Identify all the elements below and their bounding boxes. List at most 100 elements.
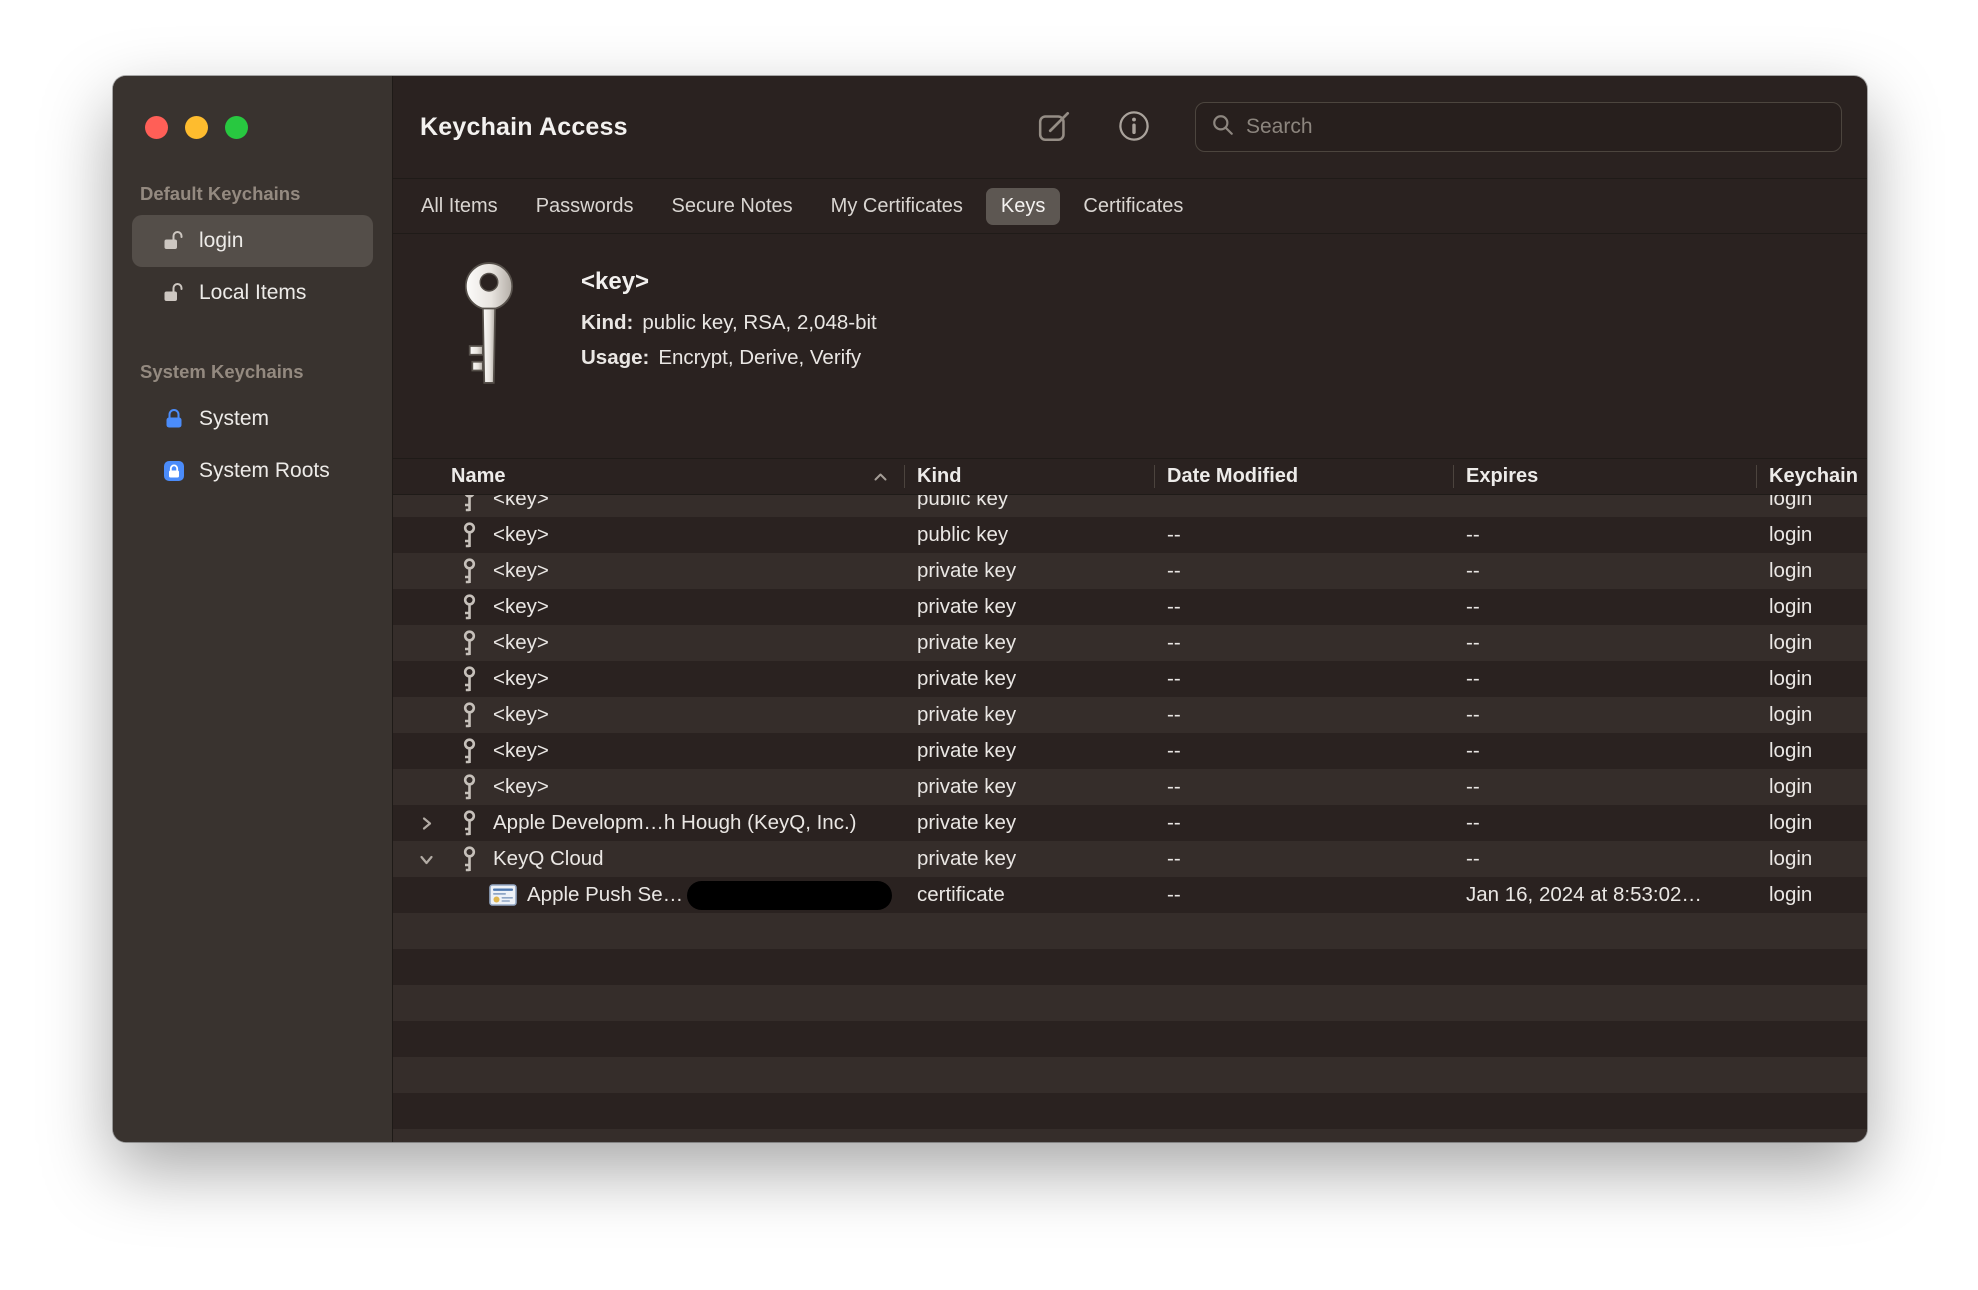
key-icon (455, 495, 483, 513)
column-header-keychain[interactable]: Keychain (1756, 459, 1867, 494)
detail-usage-value: Encrypt, Derive, Verify (658, 346, 861, 369)
table-row[interactable]: <key>private key----login (393, 733, 1867, 769)
chevron-down-icon[interactable] (419, 852, 455, 867)
expires-cell: -- (1453, 805, 1756, 841)
zoom-button[interactable] (225, 116, 248, 139)
sidebar-item-login[interactable]: login (132, 215, 373, 267)
detail-text: <key> Kind:public key, RSA, 2,048-bit Us… (581, 260, 877, 458)
key-icon (455, 521, 483, 549)
table-row[interactable]: KeyQ Cloudprivate key----login (393, 841, 1867, 877)
sidebar-item-system-roots[interactable]: System Roots (132, 445, 373, 497)
minimize-button[interactable] (185, 116, 208, 139)
table-row[interactable]: <key>public key----login (393, 517, 1867, 553)
kind-cell: private key (904, 589, 1154, 625)
column-label: Kind (917, 465, 961, 488)
column-header-kind[interactable]: Kind (904, 459, 1154, 494)
sidebar-section-header: System Keychains (132, 361, 373, 383)
expires-cell: -- (1453, 517, 1756, 553)
sidebar-item-label: login (199, 229, 243, 253)
date-modified-cell: -- (1154, 805, 1453, 841)
lock-icon (162, 407, 186, 431)
table-row[interactable]: Apple Developm…h Hough (KeyQ, Inc.)priva… (393, 805, 1867, 841)
detail-usage-line: Usage: Encrypt, Derive, Verify (581, 346, 877, 370)
key-icon (455, 737, 483, 765)
tab-secure-notes[interactable]: Secure Notes (657, 188, 808, 225)
sidebar-section: Default KeychainsloginLocal Items (132, 183, 373, 319)
item-name: <key> (493, 495, 549, 511)
expires-cell: -- (1453, 769, 1756, 805)
table-row[interactable]: <key>private key----login (393, 589, 1867, 625)
keychain-cell: login (1756, 589, 1867, 625)
item-name: <key> (493, 631, 549, 655)
date-modified-cell: -- (1154, 877, 1453, 913)
key-icon (455, 593, 483, 621)
category-tabs: All ItemsPasswordsSecure NotesMy Certifi… (393, 179, 1867, 234)
name-cell: <key> (393, 589, 904, 625)
detail-usage-label: Usage: (581, 346, 649, 369)
column-header-name[interactable]: Name (393, 459, 904, 494)
expires-cell: -- (1453, 661, 1756, 697)
sidebar: Default KeychainsloginLocal ItemsSystem … (113, 76, 393, 1142)
chevron-right-icon[interactable] (419, 816, 455, 831)
sidebar-item-system[interactable]: System (132, 393, 373, 445)
kind-cell: public key (904, 495, 1154, 517)
sidebar-item-local-items[interactable]: Local Items (132, 267, 373, 319)
unlock-icon (162, 281, 186, 305)
info-button[interactable] (1117, 109, 1151, 146)
empty-row (393, 1021, 1867, 1057)
tab-my-certificates[interactable]: My Certificates (816, 188, 978, 225)
kind-cell: private key (904, 625, 1154, 661)
key-icon (455, 629, 483, 657)
detail-panel: <key> Kind:public key, RSA, 2,048-bit Us… (393, 234, 1867, 458)
compose-button[interactable] (1037, 108, 1073, 147)
empty-row (393, 985, 1867, 1021)
item-name: <key> (493, 775, 549, 799)
expires-cell: -- (1453, 589, 1756, 625)
date-modified-cell: -- (1154, 589, 1453, 625)
kind-cell: private key (904, 697, 1154, 733)
tab-certificates[interactable]: Certificates (1068, 188, 1198, 225)
expires-cell: -- (1453, 733, 1756, 769)
kind-cell: public key (904, 517, 1154, 553)
keychain-cell: login (1756, 877, 1867, 913)
column-header-date-modified[interactable]: Date Modified (1154, 459, 1453, 494)
item-name: <key> (493, 559, 549, 583)
date-modified-cell (1154, 495, 1453, 517)
keychain-cell: login (1756, 733, 1867, 769)
keychain-cell: login (1756, 661, 1867, 697)
name-cell: <key> (393, 625, 904, 661)
table-row[interactable]: <key>private key----login (393, 769, 1867, 805)
search-input[interactable] (1246, 115, 1826, 139)
expires-cell: -- (1453, 841, 1756, 877)
info-icon (1117, 109, 1151, 146)
kind-cell: private key (904, 661, 1154, 697)
kind-cell: private key (904, 805, 1154, 841)
tab-all-items[interactable]: All Items (406, 188, 513, 225)
tab-keys[interactable]: Keys (986, 188, 1060, 225)
column-label: Expires (1466, 465, 1538, 488)
key-icon (455, 701, 483, 729)
search-field[interactable] (1195, 102, 1842, 152)
name-cell: <key> (393, 769, 904, 805)
table-row[interactable]: <key>private key----login (393, 661, 1867, 697)
keychain-cell: login (1756, 769, 1867, 805)
tab-passwords[interactable]: Passwords (521, 188, 649, 225)
name-cell: <key> (393, 733, 904, 769)
name-cell: <key> (393, 517, 904, 553)
date-modified-cell: -- (1154, 553, 1453, 589)
kind-cell: private key (904, 733, 1154, 769)
column-header-expires[interactable]: Expires (1453, 459, 1756, 494)
close-button[interactable] (145, 116, 168, 139)
column-label: Name (451, 465, 505, 488)
table-row[interactable]: <key>private key----login (393, 697, 1867, 733)
table-row[interactable]: Apple Push Se…certificate--Jan 16, 2024 … (393, 877, 1867, 913)
table-row[interactable]: <key>private key----login (393, 553, 1867, 589)
sidebar-item-label: System (199, 407, 269, 431)
keychain-cell: login (1756, 805, 1867, 841)
item-name: <key> (493, 595, 549, 619)
expires-cell: -- (1453, 553, 1756, 589)
table-row[interactable]: <key>public keylogin (393, 495, 1867, 517)
sidebar-section: System Keychains System System Roots (132, 361, 373, 497)
table-row[interactable]: <key>private key----login (393, 625, 1867, 661)
key-icon (455, 809, 483, 837)
